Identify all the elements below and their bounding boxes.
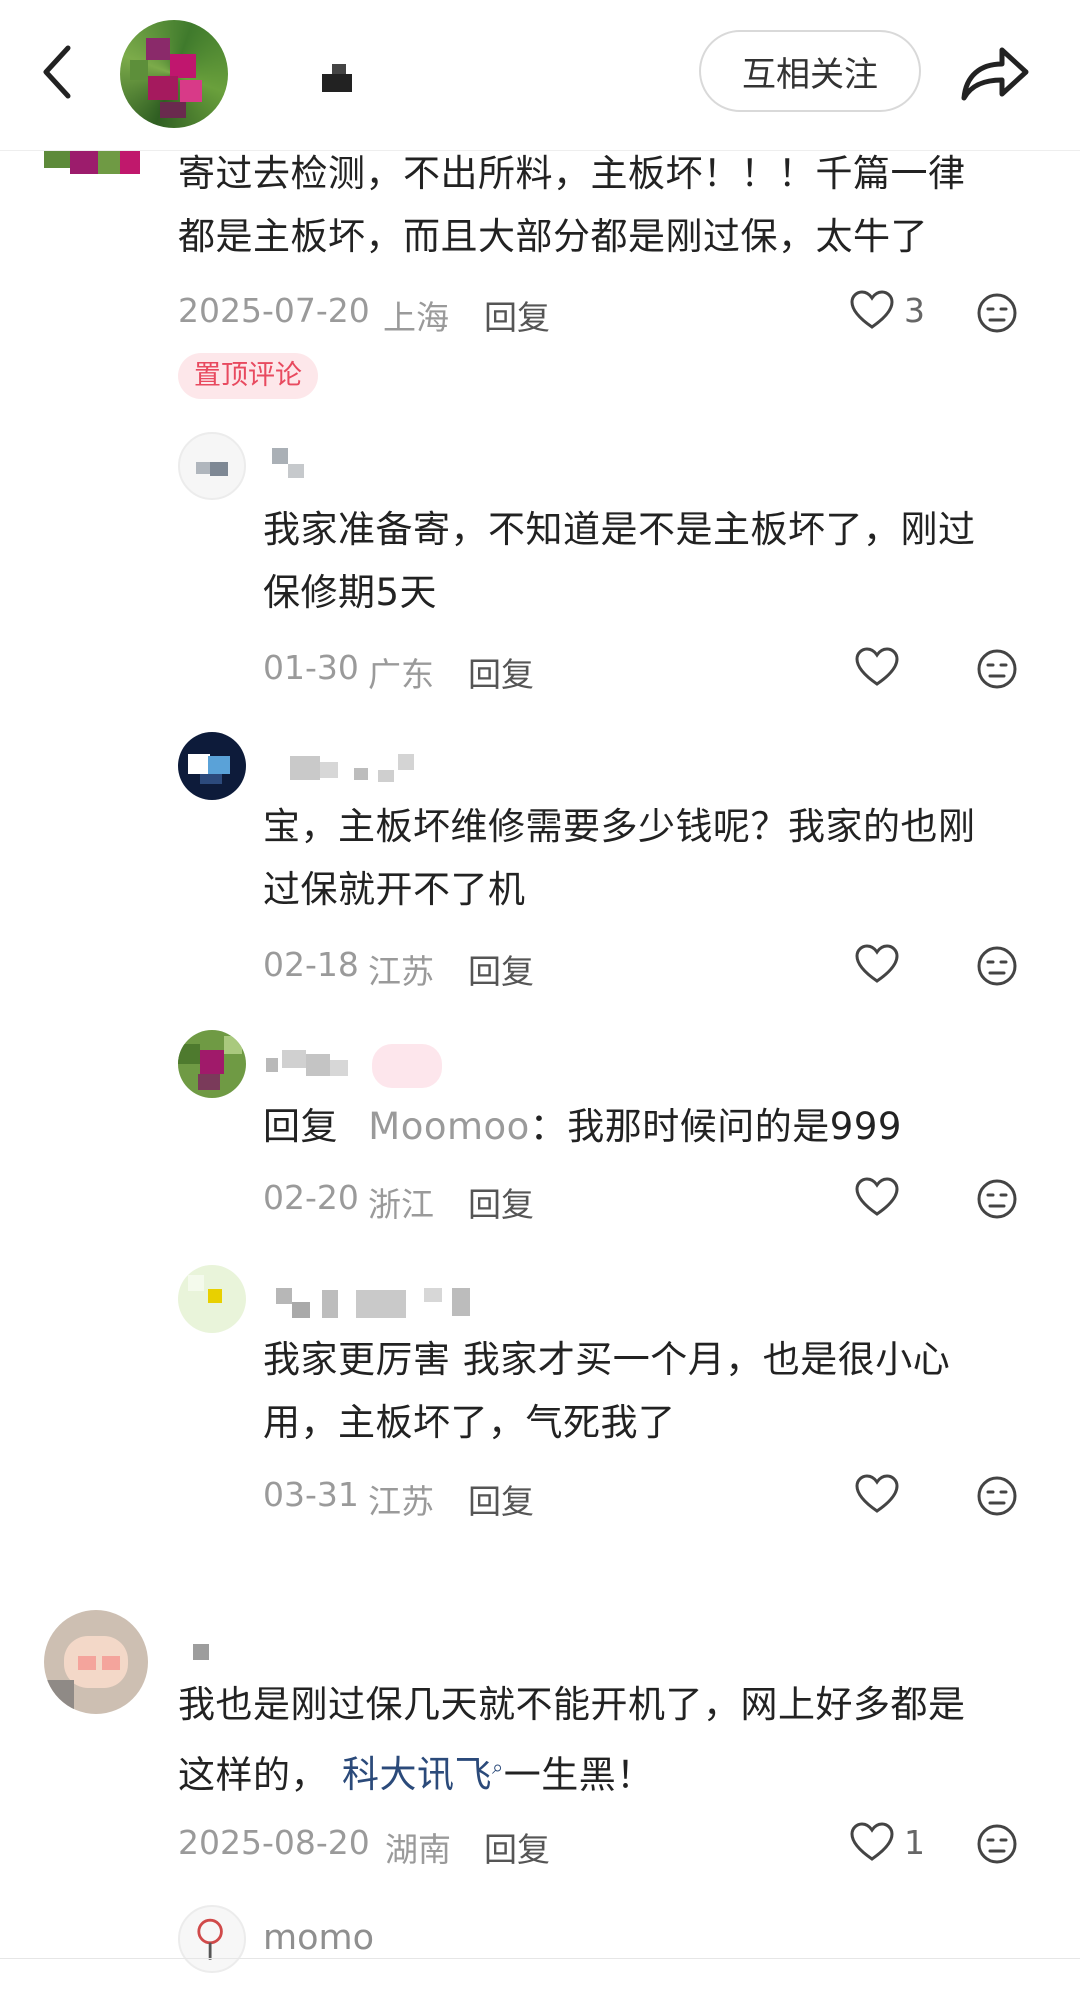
comment-location: 浙江: [368, 1185, 434, 1224]
username-redacted: [272, 448, 332, 478]
comment-text: 保修期5天: [263, 571, 438, 614]
comment-body: 这样的，: [178, 1753, 328, 1797]
avatar[interactable]: [178, 1265, 246, 1333]
top-bar: 互相关注: [0, 0, 1080, 151]
emoji-reaction-icon[interactable]: [976, 1178, 1018, 1220]
like-count: 3: [904, 290, 925, 330]
heart-icon: [850, 290, 894, 329]
emoji-reaction-icon[interactable]: [976, 945, 1018, 987]
comment-body: 一生黑！: [503, 1753, 654, 1797]
comment-location: 广东: [368, 655, 434, 694]
divider: [0, 1958, 1080, 1959]
username-redacted: [193, 1644, 213, 1664]
comment-text: 回复 Moomoo：我那时候问的是999: [263, 1095, 902, 1158]
comment-location: 上海: [383, 298, 449, 337]
back-arrow-icon[interactable]: [38, 42, 78, 102]
comment-date: 2025-07-20: [178, 291, 370, 330]
comment-date: 2025-08-20: [178, 1823, 370, 1862]
share-icon[interactable]: [958, 38, 1030, 104]
heart-icon: [855, 944, 899, 983]
avatar[interactable]: [44, 1610, 148, 1714]
comment-body: ：我那时候问的是999: [529, 1105, 902, 1148]
reply-button[interactable]: 回复: [468, 648, 534, 696]
pinned-comment-badge: 置顶评论: [178, 353, 318, 399]
like-button[interactable]: [855, 1177, 899, 1217]
author-avatar[interactable]: [120, 20, 228, 128]
heart-icon: [855, 1474, 899, 1513]
comment-date: 01-30: [263, 648, 359, 687]
like-button[interactable]: [855, 944, 899, 984]
emoji-reaction-icon[interactable]: [976, 1475, 1018, 1517]
reply-to-user[interactable]: Moomoo: [368, 1105, 530, 1148]
heart-icon: [850, 1822, 894, 1861]
username-redacted: [266, 1286, 496, 1320]
comment-date: 03-31: [263, 1475, 359, 1514]
username-redacted: [290, 752, 430, 786]
comment-text: 都是主板坏，而且大部分都是刚过保，太牛了: [178, 215, 928, 258]
like-count: 1: [904, 1822, 925, 1862]
comment-location: 湖南: [385, 1830, 451, 1869]
like-button[interactable]: [855, 647, 899, 687]
comment-location: 江苏: [368, 952, 434, 991]
author-name-redacted: [322, 64, 352, 92]
emoji-reaction-icon[interactable]: [976, 1823, 1018, 1865]
topic-link[interactable]: 科大讯飞: [342, 1753, 492, 1796]
reply-button[interactable]: 回复: [484, 291, 550, 339]
comment-text: 我也是刚过保几天就不能开机了，网上好多都是: [178, 1683, 966, 1726]
comment-text: 这样的， 科大讯飞⌕一生黑！: [178, 1736, 654, 1806]
avatar[interactable]: [178, 732, 246, 800]
comment-date: 02-18: [263, 945, 359, 984]
avatar[interactable]: [178, 1905, 246, 1973]
lollipop-icon: [197, 1918, 223, 1960]
username-redacted: [266, 1040, 456, 1090]
comment-text: 我家准备寄，不知道是不是主板坏了，刚过: [263, 508, 976, 551]
comment-text: 寄过去检测，不出所料，主板坏！！！千篇一律: [178, 152, 966, 195]
like-button[interactable]: 3: [850, 290, 925, 330]
comment-location: 江苏: [368, 1482, 434, 1521]
mutual-follow-button[interactable]: 互相关注: [699, 30, 921, 112]
comment-text: 我家更厉害 我家才买一个月，也是很小心: [263, 1338, 951, 1381]
like-button[interactable]: 1: [850, 1822, 925, 1862]
username[interactable]: momo: [263, 1918, 374, 1958]
reply-button[interactable]: 回复: [484, 1823, 550, 1871]
like-button[interactable]: [855, 1474, 899, 1514]
reply-button[interactable]: 回复: [468, 1178, 534, 1226]
reply-button[interactable]: 回复: [468, 945, 534, 993]
avatar[interactable]: [178, 1030, 246, 1098]
comment-text: 宝，主板坏维修需要多少钱呢？我家的也刚: [263, 805, 976, 848]
search-icon: ⌕: [492, 1755, 504, 1779]
comment-text: 过保就开不了机: [263, 868, 526, 911]
comment-date: 02-20: [263, 1178, 359, 1217]
reply-button[interactable]: 回复: [468, 1475, 534, 1523]
avatar[interactable]: [178, 432, 246, 500]
heart-icon: [855, 647, 899, 686]
comment-text: 用，主板坏了，气死我了: [263, 1401, 676, 1444]
heart-icon: [855, 1177, 899, 1216]
reply-prefix: 回复: [263, 1105, 338, 1148]
emoji-reaction-icon[interactable]: [976, 292, 1018, 334]
emoji-reaction-icon[interactable]: [976, 648, 1018, 690]
